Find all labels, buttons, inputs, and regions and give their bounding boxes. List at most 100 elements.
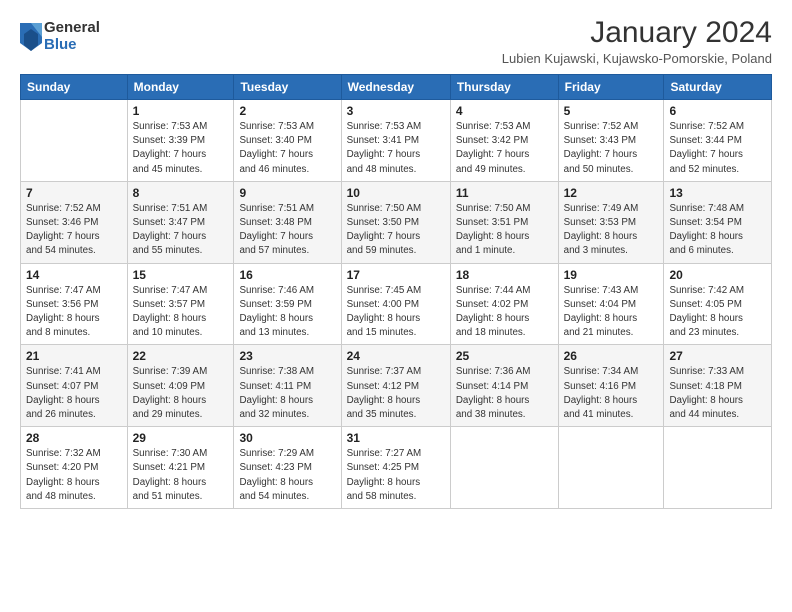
- day-info: Sunrise: 7:32 AM Sunset: 4:20 PM Dayligh…: [26, 447, 122, 504]
- cell-w2d5: 19 Sunrise: 7:43 AM Sunset: 4:04 PM Dayli…: [558, 263, 664, 345]
- day-number: 5: [564, 104, 659, 118]
- cell-w3d3: 24 Sunrise: 7:37 AM Sunset: 4:12 PM Dayli…: [341, 345, 450, 427]
- col-friday: Friday: [558, 75, 664, 100]
- cell-w3d0: 21Sunrise: 7:41 AM Sunset: 4:07 PM Dayli…: [21, 345, 128, 427]
- day-number: 2: [239, 104, 335, 118]
- day-number: 4: [456, 104, 553, 118]
- day-number: 20: [669, 268, 766, 282]
- location-title: Lubien Kujawski, Kujawsko-Pomorskie, Pol…: [502, 51, 772, 66]
- day-number: 7: [26, 186, 122, 200]
- day-number: 9: [239, 186, 335, 200]
- day-number: 1: [133, 104, 229, 118]
- day-number: 15: [133, 268, 229, 282]
- cell-w0d0: [21, 100, 128, 182]
- day-number: 8: [133, 186, 229, 200]
- day-number: 13: [669, 186, 766, 200]
- header-row: Sunday Monday Tuesday Wednesday Thursday…: [21, 75, 772, 100]
- cell-w4d0: 28 Sunrise: 7:32 AM Sunset: 4:20 PM Dayli…: [21, 427, 128, 509]
- cell-w3d2: 23 Sunrise: 7:38 AM Sunset: 4:11 PM Dayli…: [234, 345, 341, 427]
- cell-w4d1: 29Sunrise: 7:30 AM Sunset: 4:21 PM Dayli…: [127, 427, 234, 509]
- cell-w3d6: 27Sunrise: 7:33 AM Sunset: 4:18 PM Dayli…: [664, 345, 772, 427]
- day-number: 12: [564, 186, 659, 200]
- day-info: Sunrise: 7:27 AM Sunset: 4:25 PM Dayligh…: [347, 447, 445, 504]
- logo-icon: [20, 23, 42, 51]
- week-row-2: 14 Sunrise: 7:47 AM Sunset: 3:56 PM Dayli…: [21, 263, 772, 345]
- day-info: Sunrise: 7:53 AM Sunset: 3:41 PM Dayligh…: [347, 120, 445, 177]
- cell-w4d5: [558, 427, 664, 509]
- day-info: Sunrise: 7:44 AM Sunset: 4:02 PM Dayligh…: [456, 284, 553, 341]
- cell-w1d6: 13Sunrise: 7:48 AM Sunset: 3:54 PM Dayli…: [664, 181, 772, 263]
- month-title: January 2024: [502, 16, 772, 49]
- week-row-3: 21Sunrise: 7:41 AM Sunset: 4:07 PM Dayli…: [21, 345, 772, 427]
- day-number: 19: [564, 268, 659, 282]
- day-info: Sunrise: 7:39 AM Sunset: 4:09 PM Dayligh…: [133, 365, 229, 422]
- day-number: 14: [26, 268, 122, 282]
- cell-w1d3: 10Sunrise: 7:50 AM Sunset: 3:50 PM Dayli…: [341, 181, 450, 263]
- day-info: Sunrise: 7:52 AM Sunset: 3:43 PM Dayligh…: [564, 120, 659, 177]
- day-info: Sunrise: 7:38 AM Sunset: 4:11 PM Dayligh…: [239, 365, 335, 422]
- day-info: Sunrise: 7:51 AM Sunset: 3:48 PM Dayligh…: [239, 202, 335, 259]
- day-info: Sunrise: 7:46 AM Sunset: 3:59 PM Dayligh…: [239, 284, 335, 341]
- cell-w1d5: 12 Sunrise: 7:49 AM Sunset: 3:53 PM Dayli…: [558, 181, 664, 263]
- day-info: Sunrise: 7:47 AM Sunset: 3:57 PM Dayligh…: [133, 284, 229, 341]
- cell-w1d4: 11 Sunrise: 7:50 AM Sunset: 3:51 PM Dayli…: [450, 181, 558, 263]
- logo-text: General Blue: [44, 20, 100, 53]
- cell-w2d4: 18 Sunrise: 7:44 AM Sunset: 4:02 PM Dayli…: [450, 263, 558, 345]
- week-row-1: 7Sunrise: 7:52 AM Sunset: 3:46 PM Daylig…: [21, 181, 772, 263]
- cell-w0d2: 2 Sunrise: 7:53 AM Sunset: 3:40 PM Daylig…: [234, 100, 341, 182]
- day-info: Sunrise: 7:52 AM Sunset: 3:44 PM Dayligh…: [669, 120, 766, 177]
- day-number: 29: [133, 431, 229, 445]
- day-info: Sunrise: 7:53 AM Sunset: 3:42 PM Dayligh…: [456, 120, 553, 177]
- cell-w3d5: 26 Sunrise: 7:34 AM Sunset: 4:16 PM Dayli…: [558, 345, 664, 427]
- cell-w0d5: 5 Sunrise: 7:52 AM Sunset: 3:43 PM Daylig…: [558, 100, 664, 182]
- logo-general: General: [44, 20, 100, 37]
- cell-w2d0: 14 Sunrise: 7:47 AM Sunset: 3:56 PM Dayli…: [21, 263, 128, 345]
- day-info: Sunrise: 7:50 AM Sunset: 3:51 PM Dayligh…: [456, 202, 553, 259]
- col-sunday: Sunday: [21, 75, 128, 100]
- cell-w4d3: 31Sunrise: 7:27 AM Sunset: 4:25 PM Dayli…: [341, 427, 450, 509]
- day-info: Sunrise: 7:34 AM Sunset: 4:16 PM Dayligh…: [564, 365, 659, 422]
- col-wednesday: Wednesday: [341, 75, 450, 100]
- cell-w0d6: 6 Sunrise: 7:52 AM Sunset: 3:44 PM Daylig…: [664, 100, 772, 182]
- day-info: Sunrise: 7:53 AM Sunset: 3:40 PM Dayligh…: [239, 120, 335, 177]
- cell-w2d3: 17Sunrise: 7:45 AM Sunset: 4:00 PM Dayli…: [341, 263, 450, 345]
- logo: General Blue: [20, 20, 100, 53]
- day-info: Sunrise: 7:41 AM Sunset: 4:07 PM Dayligh…: [26, 365, 122, 422]
- cell-w0d4: 4 Sunrise: 7:53 AM Sunset: 3:42 PM Daylig…: [450, 100, 558, 182]
- cell-w1d0: 7Sunrise: 7:52 AM Sunset: 3:46 PM Daylig…: [21, 181, 128, 263]
- day-info: Sunrise: 7:49 AM Sunset: 3:53 PM Dayligh…: [564, 202, 659, 259]
- cell-w4d2: 30Sunrise: 7:29 AM Sunset: 4:23 PM Dayli…: [234, 427, 341, 509]
- cell-w1d2: 9 Sunrise: 7:51 AM Sunset: 3:48 PM Daylig…: [234, 181, 341, 263]
- col-saturday: Saturday: [664, 75, 772, 100]
- day-number: 10: [347, 186, 445, 200]
- day-number: 16: [239, 268, 335, 282]
- day-number: 6: [669, 104, 766, 118]
- day-info: Sunrise: 7:43 AM Sunset: 4:04 PM Dayligh…: [564, 284, 659, 341]
- logo-blue: Blue: [44, 37, 100, 54]
- day-info: Sunrise: 7:36 AM Sunset: 4:14 PM Dayligh…: [456, 365, 553, 422]
- day-info: Sunrise: 7:53 AM Sunset: 3:39 PM Dayligh…: [133, 120, 229, 177]
- day-number: 17: [347, 268, 445, 282]
- day-number: 23: [239, 349, 335, 363]
- day-info: Sunrise: 7:51 AM Sunset: 3:47 PM Dayligh…: [133, 202, 229, 259]
- cell-w0d3: 3Sunrise: 7:53 AM Sunset: 3:41 PM Daylig…: [341, 100, 450, 182]
- cell-w4d4: [450, 427, 558, 509]
- cell-w3d1: 22Sunrise: 7:39 AM Sunset: 4:09 PM Dayli…: [127, 345, 234, 427]
- title-block: January 2024 Lubien Kujawski, Kujawsko-P…: [502, 16, 772, 66]
- cell-w4d6: [664, 427, 772, 509]
- day-number: 24: [347, 349, 445, 363]
- day-info: Sunrise: 7:42 AM Sunset: 4:05 PM Dayligh…: [669, 284, 766, 341]
- cell-w2d2: 16 Sunrise: 7:46 AM Sunset: 3:59 PM Dayli…: [234, 263, 341, 345]
- col-thursday: Thursday: [450, 75, 558, 100]
- day-info: Sunrise: 7:47 AM Sunset: 3:56 PM Dayligh…: [26, 284, 122, 341]
- week-row-0: 1 Sunrise: 7:53 AM Sunset: 3:39 PM Daylig…: [21, 100, 772, 182]
- day-number: 18: [456, 268, 553, 282]
- day-number: 28: [26, 431, 122, 445]
- day-number: 11: [456, 186, 553, 200]
- day-number: 30: [239, 431, 335, 445]
- day-info: Sunrise: 7:37 AM Sunset: 4:12 PM Dayligh…: [347, 365, 445, 422]
- col-monday: Monday: [127, 75, 234, 100]
- col-tuesday: Tuesday: [234, 75, 341, 100]
- day-number: 26: [564, 349, 659, 363]
- day-info: Sunrise: 7:33 AM Sunset: 4:18 PM Dayligh…: [669, 365, 766, 422]
